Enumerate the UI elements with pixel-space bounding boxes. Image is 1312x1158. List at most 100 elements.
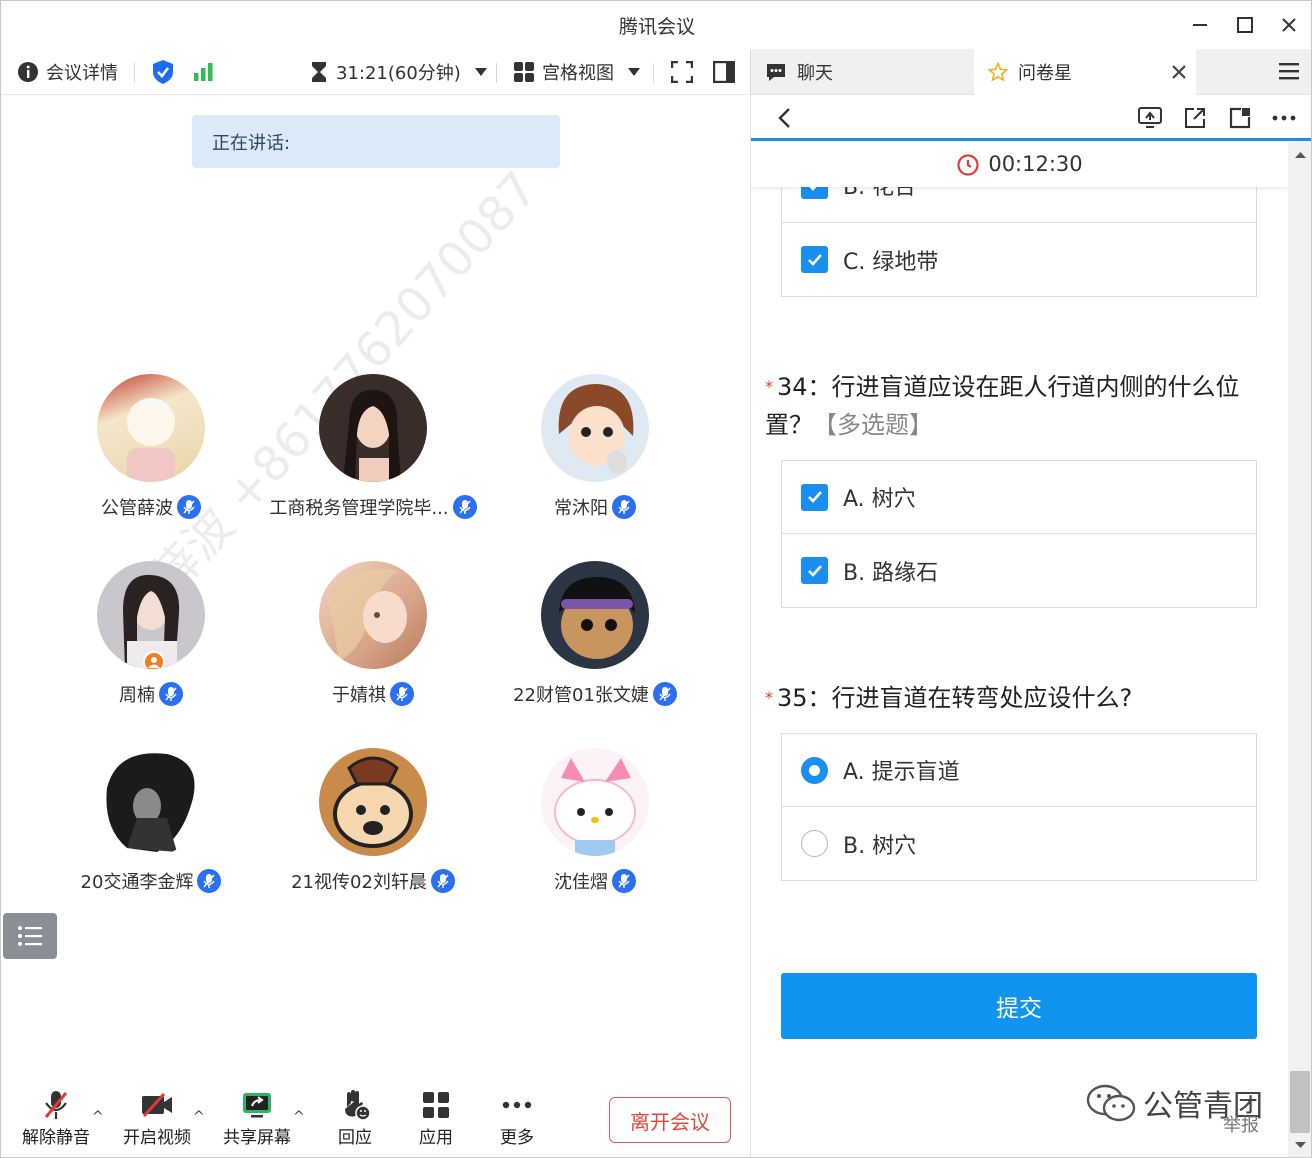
mic-muted-icon (612, 495, 636, 519)
chevron-up-icon[interactable]: ^ (293, 1109, 305, 1125)
maximize-icon[interactable] (1223, 1, 1267, 49)
unmute-button[interactable]: 解除静音 (16, 1087, 96, 1148)
host-badge-icon (143, 651, 165, 669)
share-screen-button[interactable]: 共享屏幕 (217, 1087, 297, 1148)
mic-muted-icon (390, 682, 414, 706)
participant-tile[interactable]: 公管薛波 (41, 374, 261, 520)
option-label: B. 树穴 (843, 833, 917, 859)
meeting-window: 腾讯会议 会议详情 31:21(60分钟) 宫格视图 聊天 问卷星 正在讲话: … (0, 0, 1312, 1158)
participant-tile[interactable]: 常沐阳 (485, 374, 705, 520)
scroll-up-icon[interactable] (1288, 145, 1312, 165)
participant-name: 工商税务管理学院毕... (269, 498, 449, 519)
speaking-indicator: 正在讲话: (192, 115, 560, 168)
question-text: 行进盲道在转弯处应设什么? (831, 684, 1133, 712)
scroll-down-icon[interactable] (1288, 1135, 1312, 1155)
chat-bubble-icon (767, 64, 785, 81)
minimize-icon[interactable] (1178, 1, 1222, 49)
chevron-down-icon (474, 68, 487, 76)
apps-grid-icon (423, 1092, 449, 1118)
avatar (97, 748, 205, 856)
more-label: 更多 (500, 1128, 534, 1148)
meeting-details-label: 会议详情 (46, 63, 118, 84)
option-row[interactable]: A. 树穴 (782, 461, 1256, 534)
chevron-up-icon[interactable]: ^ (193, 1109, 205, 1125)
apps-button[interactable]: 应用 (396, 1087, 476, 1148)
mic-muted-icon (452, 495, 477, 519)
chevron-down-icon (628, 68, 640, 76)
avatar (319, 748, 427, 856)
signal-strength-icon[interactable] (193, 49, 215, 95)
mic-muted-icon (197, 869, 222, 893)
start-video-label: 开启视频 (123, 1128, 191, 1148)
participant-name: 20交通李金辉 (80, 872, 194, 893)
question-34-options: A. 树穴 B. 路缘石 (781, 460, 1257, 608)
side-panel-tabs: 聊天 问卷星 (751, 49, 1311, 95)
avatar (319, 561, 427, 669)
open-external-icon[interactable] (1180, 103, 1210, 133)
radio-selected-icon[interactable] (801, 756, 828, 784)
participant-tile[interactable]: 22财管01张文婕 (485, 561, 705, 707)
member-list-icon[interactable] (3, 913, 57, 959)
side-panel-icon[interactable] (713, 49, 735, 95)
title-bar: 腾讯会议 (1, 1, 1311, 49)
checkbox-checked-icon[interactable] (801, 246, 828, 273)
radio-unselected-icon[interactable] (801, 830, 828, 857)
checkbox-checked-icon[interactable] (801, 483, 828, 511)
submit-button[interactable]: 提交 (781, 973, 1257, 1039)
back-icon[interactable] (769, 103, 799, 133)
participant-tile[interactable]: 工商税务管理学院毕... (263, 374, 483, 520)
scrollbar-thumb[interactable] (1290, 1071, 1310, 1133)
leave-meeting-button[interactable]: 离开会议 (609, 1097, 731, 1143)
checkbox-checked-icon[interactable] (801, 557, 828, 584)
panel-nav-bar (751, 95, 1311, 141)
mic-muted-icon (159, 682, 183, 706)
participant-tile[interactable]: 沈佳熠 (485, 748, 705, 894)
report-link[interactable]: 举报 (1223, 1111, 1259, 1137)
avatar (541, 374, 649, 482)
meeting-timer-button[interactable]: 31:21(60分钟) (309, 49, 488, 95)
wechat-icon (1086, 1084, 1136, 1122)
start-video-button[interactable]: 开启视频 (117, 1087, 197, 1148)
participant-tile[interactable]: 周楠 (41, 561, 261, 707)
tab-wenjuanxing[interactable]: 问卷星 (974, 49, 1196, 95)
tab-wenjuanxing-label: 问卷星 (1018, 63, 1072, 84)
option-row[interactable]: B. 树穴 (782, 807, 1256, 880)
option-row[interactable]: B. 路缘石 (782, 534, 1256, 607)
meeting-toolbar: 会议详情 31:21(60分钟) 宫格视图 (1, 49, 750, 95)
option-row[interactable]: C. 绿地带 (782, 223, 1256, 296)
option-label: A. 提示盲道 (843, 760, 960, 785)
option-label: B. 路缘石 (843, 560, 939, 586)
tab-chat[interactable]: 聊天 (751, 49, 973, 95)
chevron-up-icon[interactable]: ^ (92, 1109, 104, 1125)
more-button[interactable]: 更多 (477, 1087, 557, 1148)
mic-muted-icon (652, 682, 677, 706)
participant-name: 于婧祺 (332, 685, 386, 706)
meeting-details-button[interactable]: 会议详情 (17, 49, 118, 95)
option-row[interactable]: A. 提示盲道 (782, 734, 1256, 807)
security-shield-icon[interactable] (151, 49, 175, 95)
video-off-icon (142, 1092, 172, 1118)
meeting-timer: 31:21(60分钟) (336, 63, 461, 84)
share-to-screen-icon[interactable] (1135, 103, 1165, 133)
clock-icon (957, 154, 979, 176)
share-screen-icon (243, 1093, 271, 1118)
survey-scrollbar[interactable] (1288, 141, 1312, 1157)
react-button[interactable]: 回应 (315, 1087, 395, 1148)
close-tab-icon[interactable] (1171, 64, 1187, 80)
participant-tile[interactable]: 20交通李金辉 (41, 748, 261, 894)
option-label: C. 绿地带 (843, 249, 939, 275)
mic-off-icon (44, 1091, 68, 1119)
participant-tile[interactable]: 21视传02刘轩晨 (263, 748, 483, 894)
close-icon[interactable] (1267, 1, 1311, 49)
popout-window-icon[interactable] (1225, 103, 1255, 133)
speaking-label: 正在讲话: (212, 132, 291, 154)
tabs-menu-icon[interactable] (1279, 62, 1299, 84)
participant-name: 22财管01张文婕 (513, 685, 649, 706)
more-options-icon[interactable] (1269, 103, 1299, 133)
avatar (541, 561, 649, 669)
view-mode-button[interactable]: 宫格视图 (513, 49, 641, 95)
participant-name: 公管薛波 (101, 498, 173, 519)
participant-tile[interactable]: 于婧祺 (263, 561, 483, 707)
window-title: 腾讯会议 (618, 15, 695, 38)
fullscreen-icon[interactable] (671, 49, 693, 95)
